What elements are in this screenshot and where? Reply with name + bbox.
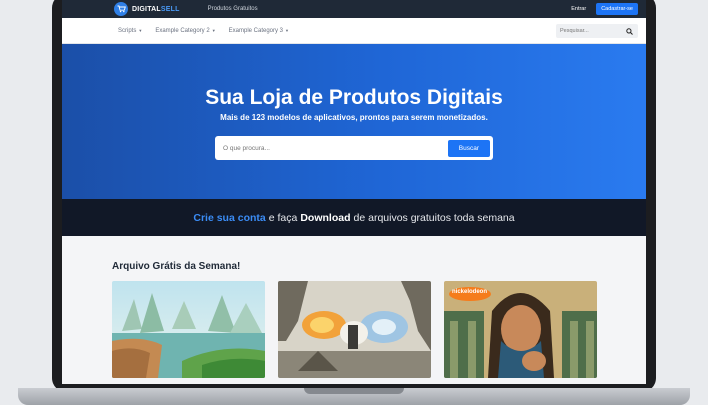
laptop-notch	[304, 388, 404, 394]
nickelodeon-badge: nickelodeon	[452, 289, 488, 295]
promo-text-bold: Download	[300, 211, 351, 224]
free-products-link[interactable]: Produtos Gratuitos	[208, 6, 258, 12]
site-logo[interactable]: DIGITALSELL	[114, 2, 180, 16]
category-example-3[interactable]: Example Category 3 ▼	[229, 28, 289, 34]
hero-banner: Sua Loja de Produtos Digitais Mais de 12…	[62, 44, 646, 199]
logo-text-accent: SELL	[160, 5, 180, 13]
section-title: Arquivo Grátis da Semana!	[112, 261, 241, 272]
category-example-2[interactable]: Example Category 2 ▼	[155, 28, 215, 34]
category-label: Scripts	[118, 27, 137, 34]
category-label: Example Category 2	[155, 27, 210, 34]
caret-down-icon: ▼	[285, 28, 289, 33]
logo-text: DIGITALSELL	[132, 6, 180, 13]
hero-title: Sua Loja de Produtos Digitais	[205, 86, 503, 109]
search-button[interactable]: Buscar	[447, 139, 490, 157]
search-icon[interactable]	[626, 22, 633, 40]
landscape-artwork	[112, 281, 265, 378]
caret-down-icon: ▼	[211, 28, 216, 33]
cart-icon	[114, 2, 128, 16]
product-thumbnail[interactable]	[112, 281, 265, 378]
hero-search-bar: Buscar	[215, 136, 493, 160]
category-label: Example Category 3	[228, 27, 284, 34]
signup-promo-strip: Crie sua conta e faça Download de arquiv…	[62, 199, 646, 236]
hero-search-input[interactable]	[223, 144, 448, 152]
caret-down-icon: ▼	[138, 28, 143, 33]
free-files-section: Arquivo Grátis da Semana! nickelodeon	[62, 236, 646, 384]
top-navbar: DIGITALSELL Produtos Gratuitos Entrar Ca…	[62, 0, 646, 18]
category-bar: Scripts ▼ Example Category 2 ▼ Example Cat…	[62, 18, 646, 44]
battle-artwork	[278, 281, 431, 378]
login-button[interactable]: Entrar	[571, 6, 586, 12]
auth-actions: Entrar Cadastrar-se	[571, 3, 638, 15]
header-search	[556, 22, 638, 40]
product-thumbnail[interactable]	[278, 281, 431, 378]
create-account-link[interactable]: Crie sua conta	[193, 212, 265, 224]
logo-text-main: DIGITAL	[132, 5, 161, 13]
header-search-input[interactable]	[560, 27, 626, 34]
character-artwork	[444, 281, 597, 378]
browser-screen: DIGITALSELL Produtos Gratuitos Entrar Ca…	[62, 0, 646, 384]
signup-button[interactable]: Cadastrar-se	[596, 3, 638, 15]
category-scripts[interactable]: Scripts ▼	[118, 28, 142, 34]
promo-text: e faça	[268, 211, 298, 224]
product-thumbnail[interactable]: nickelodeon	[444, 281, 597, 378]
hero-subtitle: Mais de 123 modelos de aplicativos, pron…	[220, 113, 488, 122]
promo-text: de arquivos gratuitos toda semana	[353, 211, 515, 224]
